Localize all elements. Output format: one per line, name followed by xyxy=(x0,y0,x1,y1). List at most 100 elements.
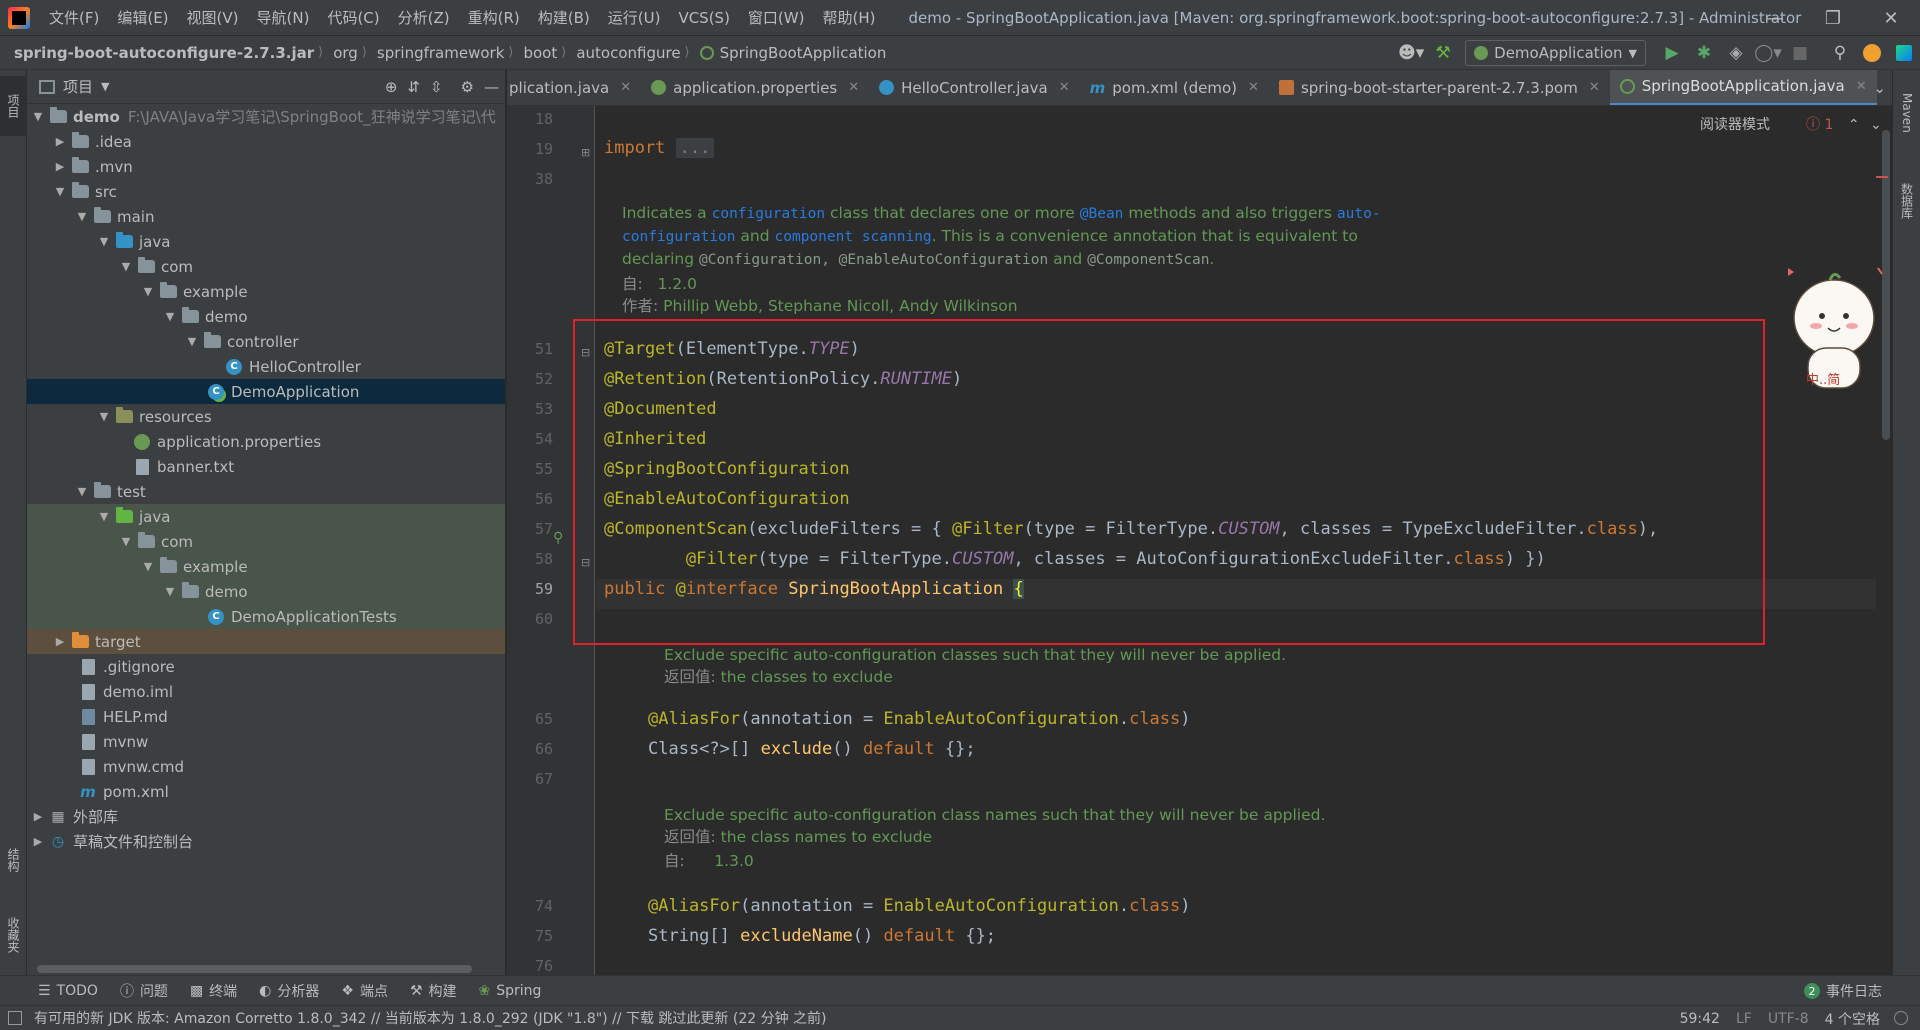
menu-file[interactable]: 文件(F) xyxy=(40,7,108,28)
tree-item-application-properties[interactable]: application.properties xyxy=(27,429,505,454)
gear-icon[interactable]: ⚙ xyxy=(461,78,474,96)
profiler-tool-button[interactable]: ◐ 分析器 xyxy=(259,981,319,1001)
doc-link[interactable]: configuration xyxy=(712,206,826,222)
menu-view[interactable]: 视图(V) xyxy=(178,7,248,28)
menu-code[interactable]: 代码(C) xyxy=(318,7,388,28)
build-tool-button[interactable]: ⚒ 构建 xyxy=(410,981,457,1001)
close-icon[interactable]: ✕ xyxy=(848,80,859,95)
todo-tool-button[interactable]: ☰ TODO xyxy=(38,983,98,999)
tree-item-com[interactable]: ▼ com xyxy=(27,254,505,279)
tab-application-properties[interactable]: application.properties ✕ xyxy=(641,70,869,105)
chevron-down-icon[interactable]: ▼ xyxy=(163,310,177,323)
chevron-down-icon[interactable]: ▼ xyxy=(75,210,89,223)
tree-item-mvnw-cmd[interactable]: mvnw.cmd xyxy=(27,754,505,779)
tree-item-test-example[interactable]: ▼ example xyxy=(27,554,505,579)
event-log-button[interactable]: 2 事件日志 xyxy=(1804,976,1882,1006)
doc-link[interactable]: configuration xyxy=(622,229,736,245)
tree-item-demo-iml[interactable]: demo.iml xyxy=(27,679,505,704)
project-tool-tab[interactable]: 项目 xyxy=(0,76,27,136)
problems-tool-button[interactable]: ⓘ 问题 xyxy=(120,981,168,1001)
tree-item-example[interactable]: ▼ example xyxy=(27,279,505,304)
menu-build[interactable]: 构建(B) xyxy=(529,7,599,28)
chevron-down-icon[interactable]: ▼ xyxy=(53,185,67,198)
tree-item-demo[interactable]: ▼ demo F:\JAVA\Java学习笔记\SpringBoot_狂神说学习… xyxy=(27,104,505,129)
close-window-icon[interactable]: ✕ xyxy=(1862,0,1920,36)
breadcrumb-jar[interactable]: spring-boot-autoconfigure-2.7.3.jar xyxy=(0,44,318,62)
chevron-right-icon[interactable]: ▶ xyxy=(31,835,45,848)
breadcrumb-autoconfigure[interactable]: autoconfigure xyxy=(566,44,684,62)
chevron-down-icon[interactable]: ▼ xyxy=(97,410,111,423)
tree-item-scratches[interactable]: ▶ ◷ 草稿文件和控制台 xyxy=(27,829,505,854)
file-encoding[interactable]: UTF-8 xyxy=(1768,1011,1809,1027)
run-icon[interactable]: ▶ xyxy=(1658,39,1686,67)
tree-item-gitignore[interactable]: .gitignore xyxy=(27,654,505,679)
tree-item-mvnw[interactable]: mvnw xyxy=(27,729,505,754)
doc-link[interactable]: auto- xyxy=(1337,206,1381,222)
tree-item-mvn[interactable]: ▶ .mvn xyxy=(27,154,505,179)
caret-position[interactable]: 59:42 xyxy=(1680,1011,1720,1027)
chevron-right-icon[interactable]: ▶ xyxy=(53,635,67,648)
tree-item-controller[interactable]: ▼ controller xyxy=(27,329,505,354)
tree-item-external-libraries[interactable]: ▶ ▦ 外部库 xyxy=(27,804,505,829)
tree-item-hellocontroller[interactable]: C HelloController xyxy=(27,354,505,379)
profile-icon[interactable]: ◯▾ xyxy=(1754,39,1782,67)
chevron-down-icon[interactable]: ▼ xyxy=(141,560,155,573)
close-icon[interactable]: ✕ xyxy=(1589,80,1600,95)
stop-icon[interactable]: ■ xyxy=(1786,39,1814,67)
chevron-right-icon[interactable]: ▶ xyxy=(31,810,45,823)
close-icon[interactable]: ✕ xyxy=(1248,80,1259,95)
menu-edit[interactable]: 编辑(E) xyxy=(108,7,177,28)
menu-analyze[interactable]: 分析(Z) xyxy=(389,7,459,28)
chevron-down-icon[interactable]: ▼ xyxy=(185,335,199,348)
tree-item-test-demo[interactable]: ▼ demo xyxy=(27,579,505,604)
tree-item-help-md[interactable]: HELP.md xyxy=(27,704,505,729)
menu-refactor[interactable]: 重构(R) xyxy=(459,7,529,28)
chevron-down-icon[interactable]: ▼ xyxy=(119,260,133,273)
chevron-right-icon[interactable]: ▶ xyxy=(53,135,67,148)
close-icon[interactable]: ✕ xyxy=(1856,79,1867,94)
terminal-tool-button[interactable]: ▩ 终端 xyxy=(190,981,237,1001)
indent-setting[interactable]: 4 个空格 xyxy=(1825,1009,1880,1029)
expand-all-icon[interactable]: ⇵ xyxy=(407,78,420,96)
chevron-down-icon[interactable]: ▼ xyxy=(163,585,177,598)
memory-indicator-icon[interactable] xyxy=(1894,1011,1908,1025)
tree-item-test-com[interactable]: ▼ com xyxy=(27,529,505,554)
error-stripe-marker[interactable] xyxy=(1876,176,1888,178)
toggle-tool-windows-icon[interactable] xyxy=(8,1011,22,1025)
tab-springbootapplication[interactable]: SpringBootApplication.java ✕ xyxy=(1609,70,1877,105)
breadcrumb-boot[interactable]: boot xyxy=(513,44,561,62)
chevron-up-icon[interactable]: ⌃ xyxy=(1848,117,1860,133)
fold-icon[interactable]: ⊞ xyxy=(581,146,590,159)
menu-window[interactable]: 窗口(W) xyxy=(739,7,814,28)
chevron-down-icon[interactable]: ▼ xyxy=(97,235,111,248)
reader-mode-toggle[interactable]: 阅读器模式 xyxy=(1700,114,1770,134)
chevron-down-icon[interactable]: ▼ xyxy=(119,535,133,548)
tree-item-banner[interactable]: banner.txt xyxy=(27,454,505,479)
chevron-down-icon[interactable]: ▼ xyxy=(31,110,45,123)
endpoints-tool-button[interactable]: ❖ 端点 xyxy=(341,981,388,1001)
tree-item-idea[interactable]: ▶ .idea xyxy=(27,129,505,154)
inspection-widget[interactable]: ⓘ 1 ⌃ ⌄ xyxy=(1806,114,1882,134)
plugin-icon[interactable] xyxy=(1890,39,1918,67)
menu-help[interactable]: 帮助(H) xyxy=(813,7,884,28)
close-icon[interactable]: ✕ xyxy=(1059,80,1070,95)
tree-item-demoapplication[interactable]: C DemoApplication xyxy=(27,379,505,404)
run-configuration-select[interactable]: DemoApplication ▼ xyxy=(1465,40,1646,66)
close-icon[interactable]: ✕ xyxy=(620,80,631,95)
tree-item-target[interactable]: ▶ target xyxy=(27,629,505,654)
tree-item-main[interactable]: ▼ main xyxy=(27,204,505,229)
chevron-down-icon[interactable]: ⌄ xyxy=(1873,70,1886,105)
status-message[interactable]: 有可用的新 JDK 版本: Amazon Corretto 1.8.0_342 … xyxy=(34,1008,827,1028)
search-icon[interactable]: ⚲ xyxy=(1826,39,1854,67)
tab-demo-application[interactable]: plication.java ✕ xyxy=(507,70,641,105)
tree-item-resources[interactable]: ▼ resources xyxy=(27,404,505,429)
doc-link[interactable]: component scanning xyxy=(775,229,932,245)
tree-item-demo-package[interactable]: ▼ demo xyxy=(27,304,505,329)
locate-icon[interactable]: ⊕ xyxy=(385,78,398,96)
coverage-icon[interactable]: ◈ xyxy=(1722,39,1750,67)
breadcrumb-org[interactable]: org xyxy=(323,44,362,62)
breadcrumb-class[interactable]: SpringBootApplication xyxy=(690,44,891,62)
project-panel-title[interactable]: 项目 xyxy=(63,76,93,97)
chevron-down-icon[interactable]: ▼ xyxy=(97,510,111,523)
build-hammer-icon[interactable]: ⚒ xyxy=(1429,39,1457,67)
